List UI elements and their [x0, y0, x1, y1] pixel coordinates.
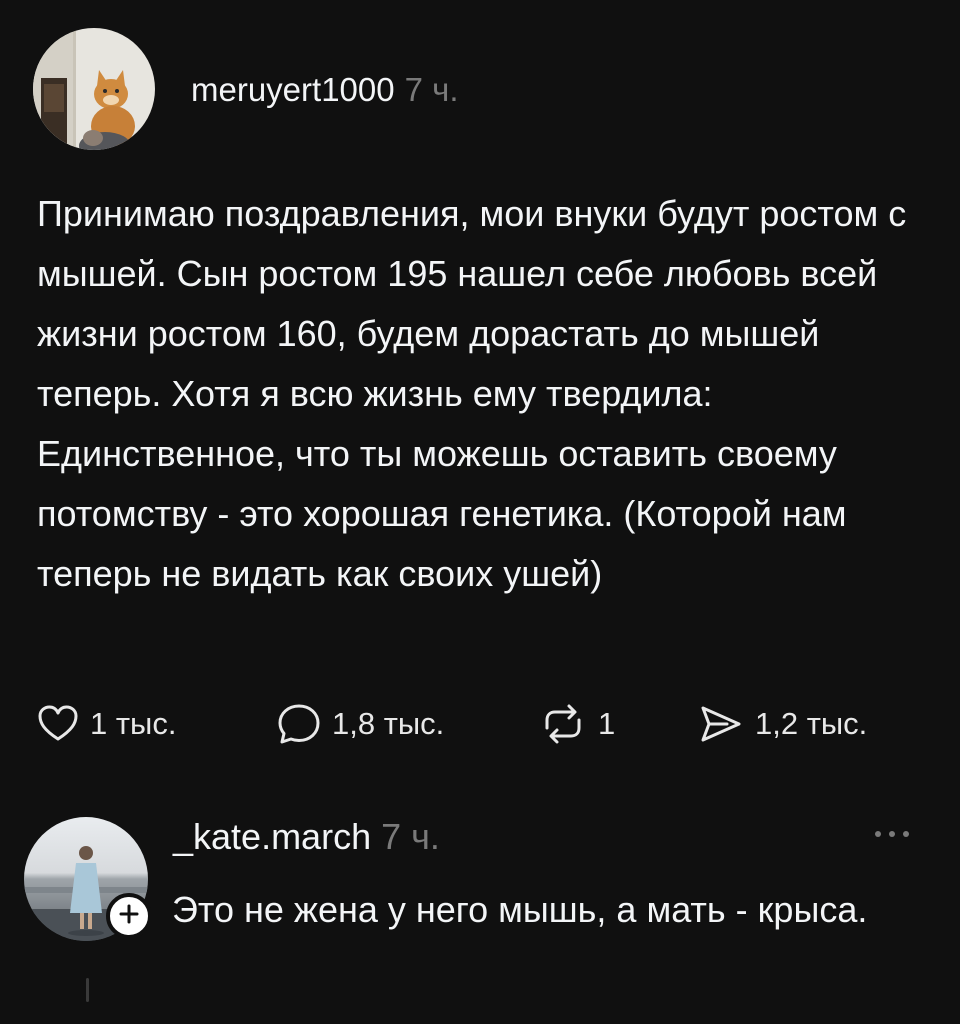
post-header: meruyert1000 7 ч. [191, 68, 459, 112]
post-action-bar: 1 тыс. 1,8 тыс. 1 1,2 тыс. [0, 702, 960, 746]
more-dots-icon [872, 826, 912, 844]
repost-button[interactable]: 1 [538, 702, 615, 746]
cat-photo [33, 28, 155, 150]
repost-count: 1 [598, 706, 616, 741]
thread-line [86, 978, 89, 1002]
reply-timestamp: 7 ч. [381, 816, 440, 857]
more-options-button[interactable] [870, 820, 914, 850]
post-text: Принимаю поздравления, мои внуки будут р… [37, 193, 907, 594]
plus-icon [118, 903, 140, 930]
like-button[interactable]: 1 тыс. [36, 702, 176, 746]
post-timestamp: 7 ч. [404, 71, 459, 108]
like-count: 1 тыс. [90, 706, 177, 741]
reply-username[interactable]: _kate.march [173, 816, 371, 857]
post-author-avatar[interactable] [33, 28, 155, 150]
reply-header: _kate.march 7 ч. [173, 815, 440, 859]
share-count: 1,2 тыс. [755, 706, 868, 741]
speech-bubble-icon [276, 702, 322, 746]
reply-button[interactable]: 1,8 тыс. [276, 702, 444, 746]
share-button[interactable]: 1,2 тыс. [697, 702, 867, 746]
repost-icon [538, 702, 588, 746]
send-icon [697, 702, 745, 746]
post-username[interactable]: meruyert1000 [191, 71, 395, 108]
reply-count: 1,8 тыс. [332, 706, 445, 741]
reply-text: Это не жена у него мышь, а мать - крыса. [172, 889, 868, 930]
heart-icon [36, 702, 80, 746]
follow-button[interactable] [106, 893, 152, 939]
